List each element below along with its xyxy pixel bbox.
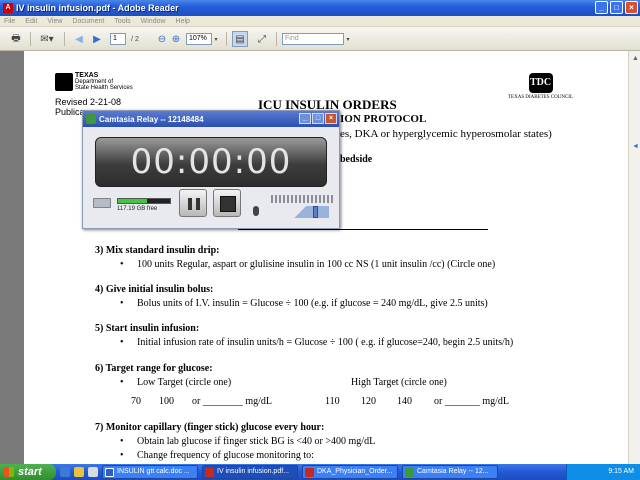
print-icon[interactable]: 🖶 — [8, 31, 24, 47]
menu-window[interactable]: Window — [141, 18, 166, 25]
texas-diabetes-council-logo: TDC TEXAS DIABETES COUNCIL — [508, 73, 573, 100]
adobe-reader-icon: A — [3, 3, 13, 13]
publication-label: Publica — [55, 107, 85, 117]
relay-app-icon — [86, 114, 96, 124]
task-iv-insulin-pdf[interactable]: IV insulin infusion.pdf... — [202, 465, 298, 479]
menu-view[interactable]: View — [47, 18, 62, 25]
blank-line — [238, 229, 488, 230]
relay-minimize-button[interactable]: _ — [299, 113, 311, 124]
pdf-icon — [205, 468, 214, 477]
pause-icon — [188, 198, 200, 210]
text-cursor-icon: ◄ — [632, 143, 639, 150]
section-5-bullet: Initial infusion rate of insulin units/h… — [120, 337, 513, 348]
fit-page-icon[interactable]: ▤ — [232, 31, 248, 47]
menu-document[interactable]: Document — [72, 18, 104, 25]
menu-bar: File Edit View Document Tools Window Hel… — [0, 16, 640, 27]
close-button[interactable]: × — [625, 1, 638, 14]
menu-edit[interactable]: Edit — [25, 18, 37, 25]
low-value-100: 100 — [159, 396, 174, 407]
volume-slider[interactable] — [271, 206, 329, 218]
windows-logo-icon — [4, 467, 14, 477]
section-6-title: 6) Target range for glucose: — [95, 363, 213, 374]
low-value-70: 70 — [131, 396, 141, 407]
quicklaunch-folder-icon[interactable] — [74, 467, 84, 477]
relay-maximize-button[interactable]: □ — [312, 113, 324, 124]
high-value-120: 120 — [361, 396, 376, 407]
fit-width-icon[interactable]: ⤢ — [254, 31, 270, 47]
title-bar: A IV insulin infusion.pdf - Adobe Reader… — [0, 0, 640, 16]
quicklaunch-ie-icon[interactable] — [60, 467, 70, 477]
task-dka-order[interactable]: DKA_Physician_Order... — [302, 465, 398, 479]
hard-drive-icon — [93, 198, 111, 208]
zoom-out-icon[interactable]: ⊖ — [156, 31, 168, 47]
relay-title: Camtasia Relay -- 12148484 — [99, 114, 204, 124]
tdc-mark-icon: TDC — [528, 73, 553, 93]
disk-free-label: 117.19 GB free — [117, 206, 158, 212]
section-4-bullet: Bolus units of I.V. insulin = Glucose ÷ … — [120, 298, 488, 309]
maximize-button[interactable]: □ — [610, 1, 623, 14]
minimize-button[interactable]: _ — [595, 1, 608, 14]
revised-date: Revised 2-21-08 — [55, 97, 122, 107]
page-number-input[interactable]: 1 — [110, 33, 126, 45]
low-value-other: or ________ mg/dL — [192, 396, 272, 407]
high-target-label: High Target (circle one) — [351, 377, 447, 388]
task-insulin-doc[interactable]: INSULIN gtt calc.doc ... — [102, 465, 198, 479]
taskbar: start INSULIN gtt calc.doc ... IV insuli… — [0, 464, 640, 480]
camtasia-relay-window: Camtasia Relay -- 12148484 _ □ × 00:00:0… — [82, 110, 340, 229]
high-value-110: 110 — [325, 396, 340, 407]
quicklaunch-desktop-icon[interactable] — [88, 467, 98, 477]
monitor-bullet-1: Obtain lab glucose if finger stick BG is… — [120, 436, 375, 447]
clock[interactable]: 9:15 AM — [608, 468, 634, 475]
section-7-title: 7) Monitor capillary (finger stick) gluc… — [95, 422, 325, 433]
page-total: / 2 — [131, 35, 139, 43]
stop-icon — [220, 196, 236, 212]
low-target-label: Low Target (circle one) — [120, 377, 231, 388]
bedside-text: bedside — [340, 154, 373, 165]
high-value-140: 140 — [397, 396, 412, 407]
menu-tools[interactable]: Tools — [114, 18, 130, 25]
relay-title-bar: Camtasia Relay -- 12148484 _ □ × — [83, 111, 339, 127]
audio-level-meter — [271, 195, 333, 203]
volume-thumb[interactable] — [313, 206, 319, 218]
camtasia-icon — [405, 468, 414, 477]
find-dropdown-icon[interactable]: ▾ — [344, 31, 352, 47]
word-icon — [105, 468, 114, 477]
toolbar: 🖶 ✉▾ ◀ ▶ 1 / 2 ⊖ ⊕ 107% ▾ ▤ ⤢ Find ▾ — [0, 27, 640, 51]
system-tray: 9:15 AM — [566, 464, 640, 480]
scroll-up-icon[interactable]: ▲ — [632, 55, 639, 62]
section-5-title: 5) Start insulin infusion: — [95, 323, 200, 334]
microphone-icon — [253, 206, 259, 216]
menu-help[interactable]: Help — [176, 18, 190, 25]
zoom-dropdown-icon[interactable]: ▾ — [212, 31, 220, 47]
texas-map-icon — [55, 73, 73, 91]
next-page-icon[interactable]: ▶ — [90, 31, 104, 47]
recording-timer: 00:00:00 — [95, 137, 327, 187]
pause-button[interactable] — [179, 189, 207, 217]
section-3-title: 3) Mix standard insulin drip: — [95, 245, 220, 256]
relay-close-button[interactable]: × — [325, 113, 337, 124]
section-3-bullet: 100 units Regular, aspart or glulisine i… — [120, 259, 495, 270]
texas-dshs-logo: TEXAS Department of State Health Service… — [55, 72, 133, 91]
share-icon[interactable]: ✉▾ — [36, 31, 58, 47]
disk-space-bar — [117, 198, 171, 204]
section-4-title: 4) Give initial insulin bolus: — [95, 284, 214, 295]
find-input[interactable]: Find — [282, 33, 344, 45]
menu-file[interactable]: File — [4, 18, 15, 25]
stop-button[interactable] — [213, 189, 241, 217]
high-value-other: or _______ mg/dL — [434, 396, 509, 407]
pdf-icon — [305, 468, 314, 477]
start-button[interactable]: start — [0, 464, 56, 480]
vertical-scrollbar[interactable]: ▲ ◄ — [628, 51, 640, 464]
doc-subtitle: ION PROTOCOL — [340, 113, 427, 125]
zoom-field[interactable]: 107% — [186, 33, 212, 45]
zoom-in-icon[interactable]: ⊕ — [170, 31, 182, 47]
monitor-bullet-2: Change frequency of glucose monitoring t… — [120, 450, 314, 461]
previous-page-icon[interactable]: ◀ — [72, 31, 86, 47]
doc-subtitle-line2: es, DKA or hyperglycemic hyperosmolar st… — [340, 128, 552, 140]
task-camtasia-relay[interactable]: Camtasia Relay -- 12... — [402, 465, 498, 479]
window-title: IV insulin infusion.pdf - Adobe Reader — [16, 3, 179, 13]
